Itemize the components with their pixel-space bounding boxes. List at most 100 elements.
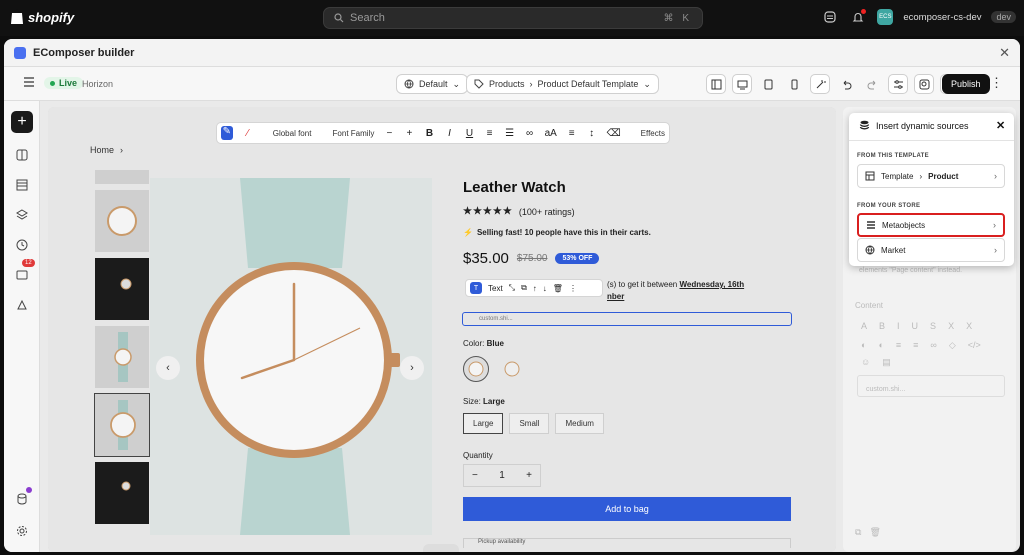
- strikethrough-icon[interactable]: S: [930, 321, 936, 331]
- locale-select[interactable]: Default ⌄: [396, 74, 469, 94]
- search-preview-icon[interactable]: [914, 74, 934, 94]
- highlight-icon[interactable]: ◐: [878, 340, 883, 351]
- delete-icon[interactable]: 🗑: [869, 527, 880, 538]
- prev-image-button[interactable]: ‹: [156, 356, 180, 380]
- color-swatch-blue[interactable]: [463, 356, 489, 382]
- database-icon[interactable]: [14, 487, 32, 507]
- code-icon[interactable]: </>: [968, 340, 981, 351]
- history-icon[interactable]: [14, 237, 30, 253]
- thumbnail[interactable]: [95, 258, 149, 320]
- apps-icon[interactable]: [14, 297, 30, 313]
- thumbnail[interactable]: [95, 326, 149, 388]
- more-icon[interactable]: ⋮: [569, 284, 577, 293]
- breadcrumb-home[interactable]: Home: [90, 145, 114, 155]
- layout-toggle-icon[interactable]: [706, 74, 726, 94]
- duplicate-icon[interactable]: ⧉: [521, 283, 527, 293]
- pages-icon[interactable]: [14, 177, 30, 193]
- thumbnail[interactable]: [95, 462, 149, 524]
- close-icon[interactable]: ✕: [996, 119, 1005, 132]
- store-db-icon[interactable]: [821, 8, 839, 26]
- delete-icon[interactable]: 🗑: [553, 284, 563, 293]
- move-down-icon[interactable]: ↓: [543, 284, 547, 293]
- thumbnail[interactable]: [95, 170, 149, 184]
- source-metaobjects[interactable]: Metaobjects ›: [857, 213, 1005, 237]
- align-icon[interactable]: ≡: [567, 128, 577, 139]
- link-icon[interactable]: ∞: [525, 128, 535, 139]
- custom-liquid-block[interactable]: custom.shi...: [462, 312, 792, 326]
- underline-icon[interactable]: U: [464, 128, 474, 139]
- underline-icon[interactable]: U: [912, 321, 919, 331]
- magic-icon[interactable]: ⤡: [509, 283, 515, 293]
- align-icon[interactable]: ≡: [896, 340, 901, 351]
- delivery-text[interactable]: (s) to get it between Wednesday, 16th nb…: [607, 279, 744, 303]
- settings-sliders-icon[interactable]: [888, 74, 908, 94]
- bullet-list-icon[interactable]: ☰: [505, 128, 515, 139]
- color-swatch-other[interactable]: [499, 356, 525, 382]
- messages-icon[interactable]: 12: [14, 259, 35, 283]
- font-size-icon[interactable]: A: [861, 321, 867, 331]
- global-font-select[interactable]: Global font: [273, 129, 315, 138]
- pen-icon[interactable]: ✎: [221, 126, 233, 140]
- size-option-small[interactable]: Small: [509, 413, 550, 434]
- shopify-logo[interactable]: shopify: [10, 9, 74, 25]
- quantity-value[interactable]: 1: [499, 470, 505, 481]
- italic-icon[interactable]: I: [444, 128, 454, 139]
- menu-icon[interactable]: [23, 77, 35, 87]
- clear-format-icon[interactable]: ⌫: [607, 128, 621, 139]
- desktop-icon[interactable]: [732, 74, 752, 94]
- increase-quantity-button[interactable]: +: [526, 470, 532, 481]
- line-height-icon[interactable]: ↕: [587, 128, 597, 139]
- more-options-icon[interactable]: ⋮: [990, 76, 1003, 89]
- emoji-icon[interactable]: ☺: [861, 357, 870, 368]
- source-market[interactable]: Market ›: [857, 238, 1005, 262]
- add-element-button[interactable]: +: [11, 111, 33, 133]
- template-selector[interactable]: Products › Product Default Template ⌄: [466, 74, 659, 94]
- color-icon[interactable]: ◐: [861, 340, 866, 351]
- store-name[interactable]: ecomposer-cs-dev: [903, 12, 981, 23]
- collapse-tab[interactable]: [423, 544, 459, 552]
- mobile-icon[interactable]: [784, 74, 804, 94]
- layout-icon[interactable]: ▤: [882, 357, 891, 368]
- size-option-large[interactable]: Large: [463, 413, 504, 434]
- clear-icon[interactable]: ◇: [949, 340, 956, 351]
- source-template-product[interactable]: Template › Product ›: [857, 164, 1005, 188]
- tablet-icon[interactable]: [758, 74, 778, 94]
- increase-size-icon[interactable]: +: [404, 128, 414, 139]
- font-family-select[interactable]: Font Family: [333, 129, 375, 138]
- product-title[interactable]: Leather Watch: [463, 179, 566, 196]
- text-case-icon[interactable]: aA: [545, 128, 557, 139]
- magic-wand-icon[interactable]: [810, 74, 830, 94]
- copy-icon[interactable]: ⧉: [855, 527, 861, 538]
- decrease-size-icon[interactable]: −: [384, 128, 394, 139]
- template-icon: [865, 171, 875, 181]
- undo-icon[interactable]: [836, 74, 856, 94]
- store-avatar[interactable]: ECS: [877, 9, 894, 25]
- thumbnail[interactable]: [95, 190, 149, 252]
- publish-button[interactable]: Publish: [942, 74, 990, 94]
- dynamic-value-box[interactable]: custom.shi...: [857, 375, 1005, 397]
- size-option-medium[interactable]: Medium: [555, 413, 604, 434]
- bold-icon[interactable]: B: [424, 128, 434, 139]
- list-icon[interactable]: ≡: [913, 340, 918, 351]
- subscript-icon[interactable]: X: [948, 321, 954, 331]
- sections-icon[interactable]: [14, 147, 30, 163]
- bold-icon[interactable]: B: [879, 321, 885, 331]
- close-icon[interactable]: ✕: [999, 45, 1010, 61]
- thumbnail-selected[interactable]: [94, 393, 150, 457]
- settings-gear-icon[interactable]: [14, 523, 30, 539]
- redo-icon[interactable]: [862, 74, 882, 94]
- link-icon[interactable]: ∞: [930, 340, 936, 351]
- decrease-quantity-button[interactable]: −: [472, 470, 478, 481]
- product-main-image[interactable]: ‹ ›: [150, 178, 432, 535]
- superscript-icon[interactable]: X: [966, 321, 972, 331]
- bell-icon[interactable]: [849, 8, 867, 26]
- next-image-button[interactable]: ›: [400, 356, 424, 380]
- add-to-bag-button[interactable]: Add to bag: [463, 497, 791, 521]
- layers-icon[interactable]: [14, 207, 30, 223]
- no-color-icon[interactable]: ⁄: [243, 128, 253, 139]
- effects-button[interactable]: Effects: [641, 129, 665, 138]
- move-up-icon[interactable]: ↑: [533, 284, 537, 293]
- search-input[interactable]: Search ⌘ K: [323, 7, 703, 29]
- italic-icon[interactable]: I: [897, 321, 900, 331]
- ordered-list-icon[interactable]: ≡: [485, 128, 495, 139]
